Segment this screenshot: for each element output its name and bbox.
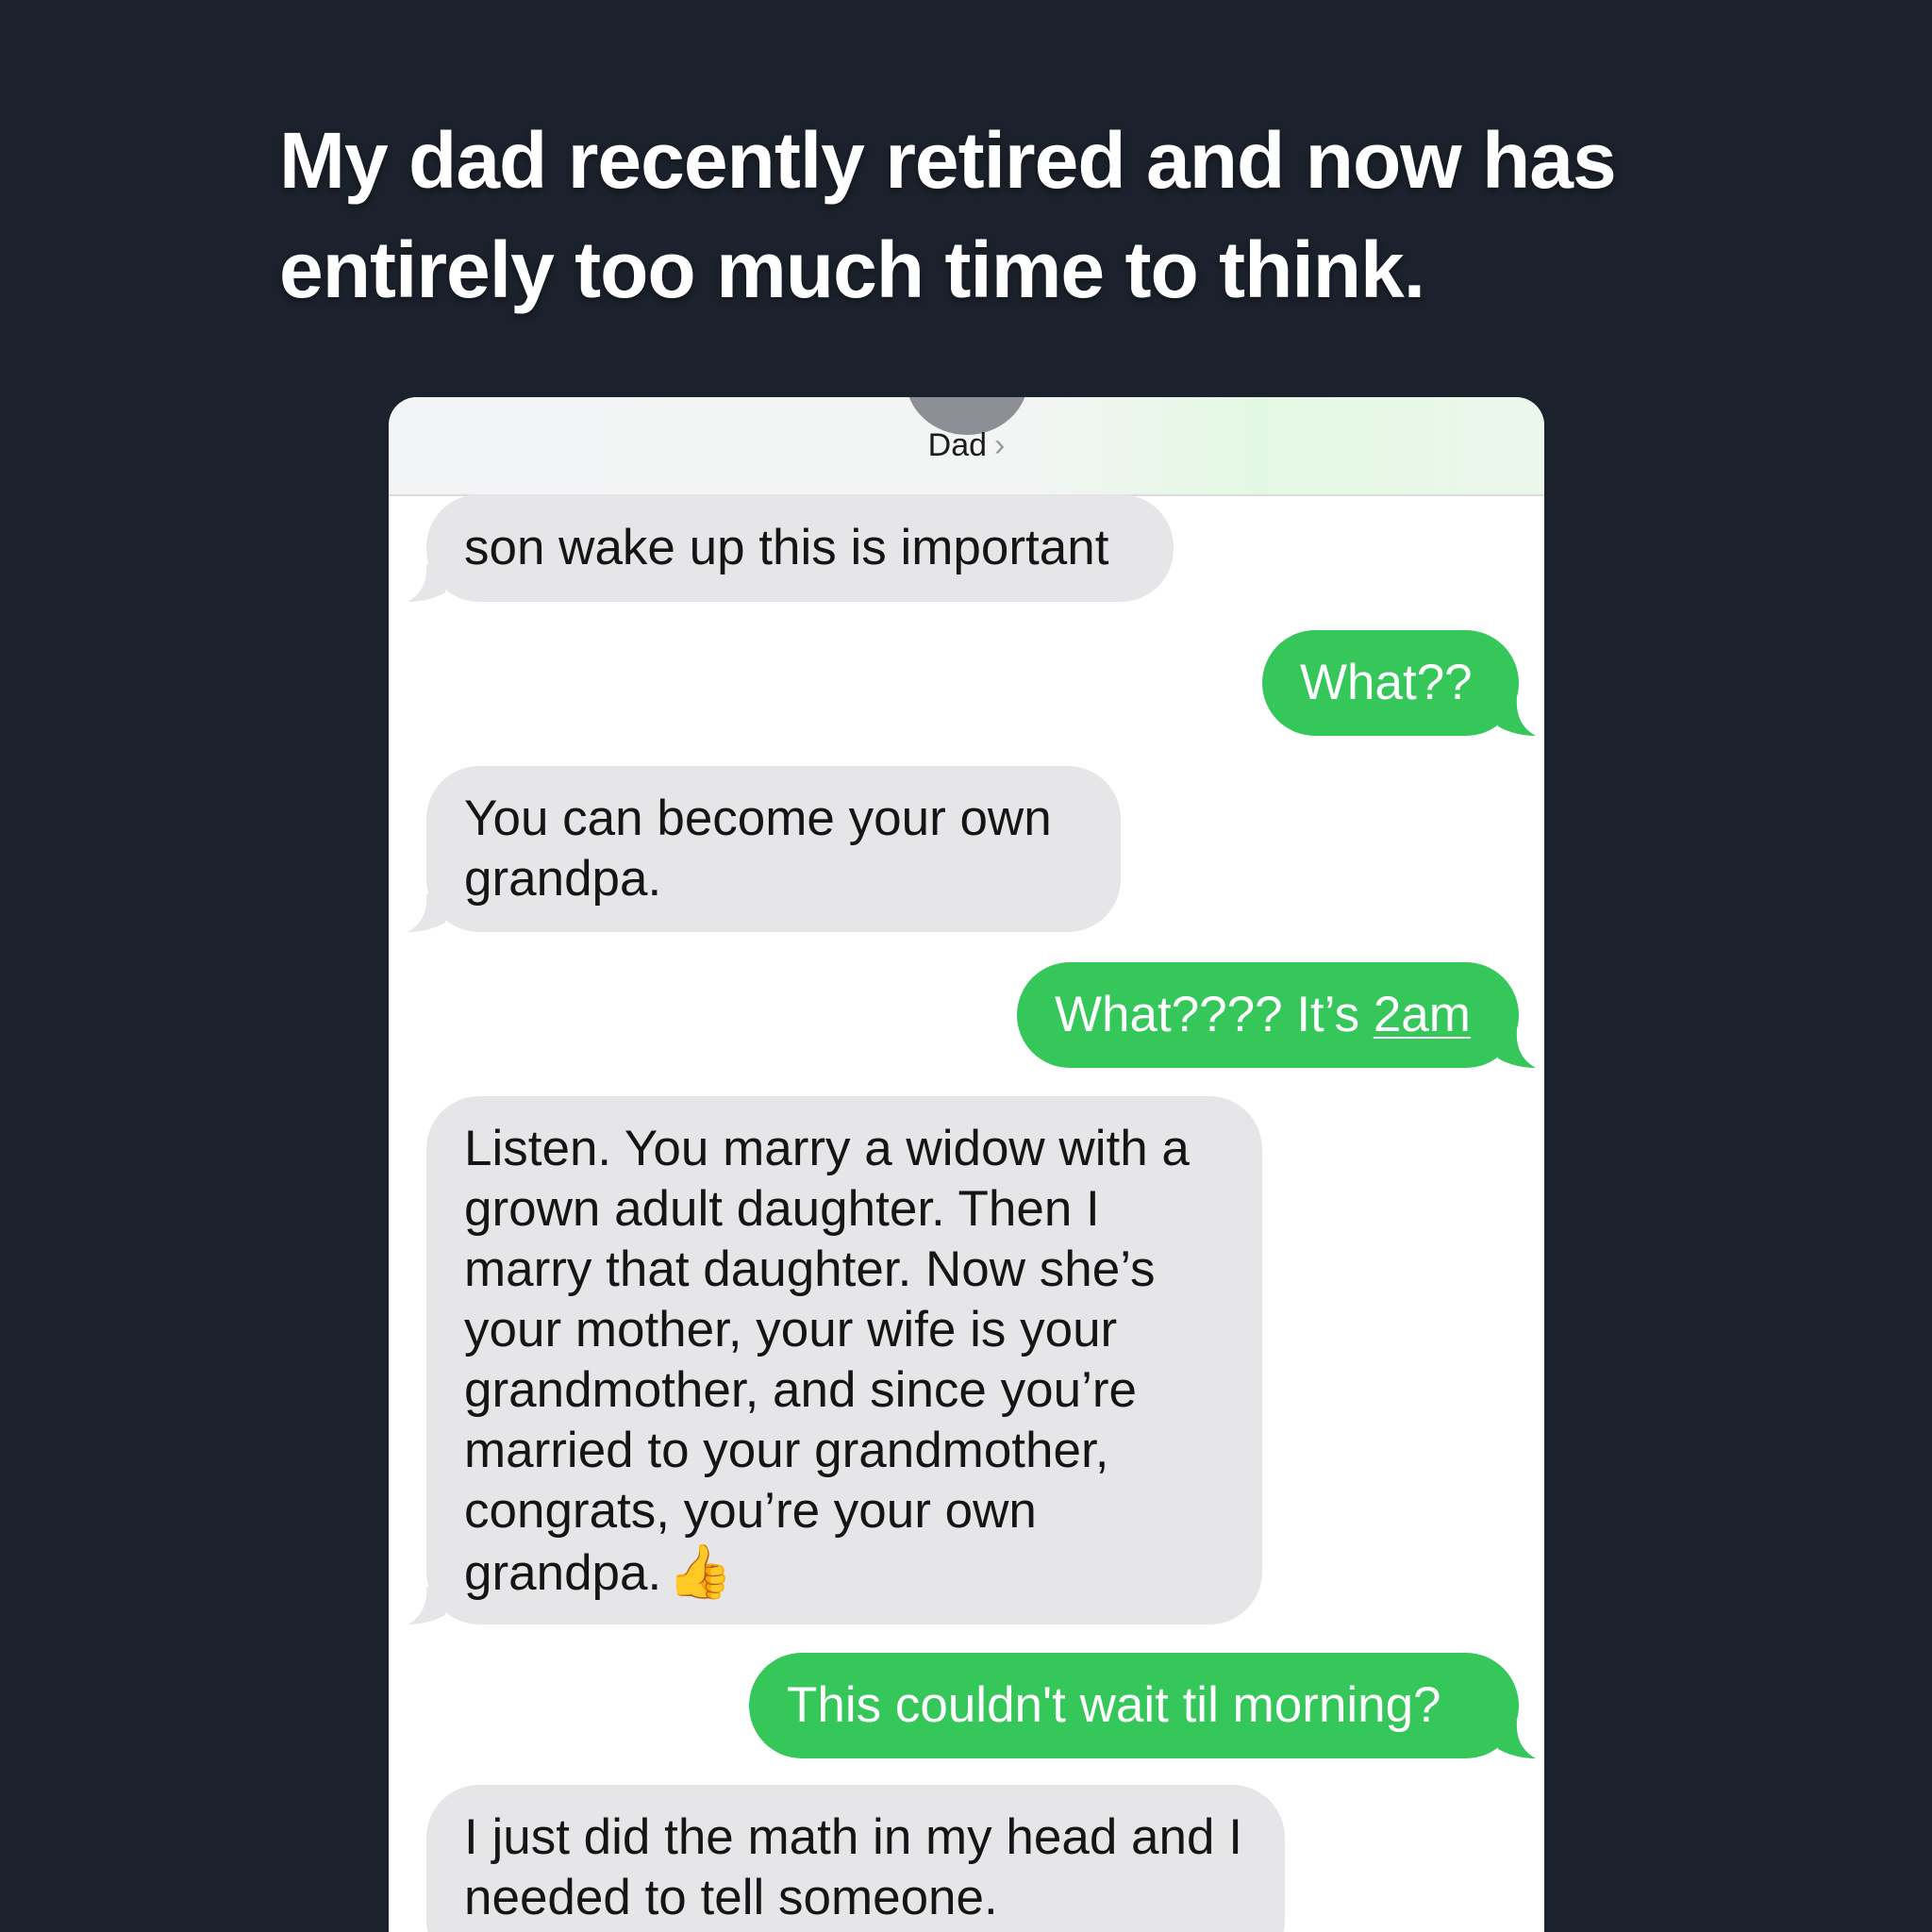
bubble-tail [408, 894, 445, 932]
post-caption: My dad recently retired and now has enti… [279, 116, 1617, 314]
message-text: What?? [1300, 655, 1473, 710]
message-text: I just did the math in my head and I nee… [464, 1809, 1242, 1925]
outgoing-message: This couldn't wait til morning? [749, 1653, 1519, 1758]
thumbs-up-icon: 👍 [667, 1541, 733, 1601]
message-text: son wake up this is important [464, 520, 1109, 575]
conversation-header: Dad › [389, 397, 1544, 496]
incoming-message: You can become your own grandpa. [426, 766, 1121, 932]
bubble-tail [1498, 1721, 1536, 1758]
outgoing-message: What???? It’s 2am [1017, 962, 1519, 1068]
page: My dad recently retired and now has enti… [0, 0, 1932, 1932]
bubble-tail [408, 564, 445, 602]
time-link[interactable]: 2am [1374, 987, 1471, 1042]
contact-name-button[interactable]: Dad › [389, 427, 1544, 464]
incoming-message: I just did the math in my head and I nee… [426, 1785, 1285, 1932]
bubble-tail [408, 1587, 445, 1624]
messages-screenshot: Dad › son wake up this is important What?… [389, 397, 1544, 1932]
contact-name: Dad [927, 427, 988, 463]
bubble-tail [1498, 1030, 1536, 1068]
message-text: What???? It’s [1055, 987, 1374, 1042]
message-text: You can become your own grandpa. [464, 791, 1052, 907]
incoming-message: Listen. You marry a widow with a grown a… [426, 1096, 1262, 1624]
message-thread[interactable]: son wake up this is important What?? You… [389, 494, 1544, 1932]
bubble-tail [1498, 698, 1536, 736]
message-text: Listen. You marry a widow with a grown a… [464, 1121, 1190, 1601]
message-text: This couldn't wait til morning? [787, 1677, 1441, 1733]
incoming-message: son wake up this is important [426, 494, 1174, 602]
outgoing-message: What?? [1262, 630, 1519, 736]
chevron-right-icon: › [994, 427, 1006, 463]
